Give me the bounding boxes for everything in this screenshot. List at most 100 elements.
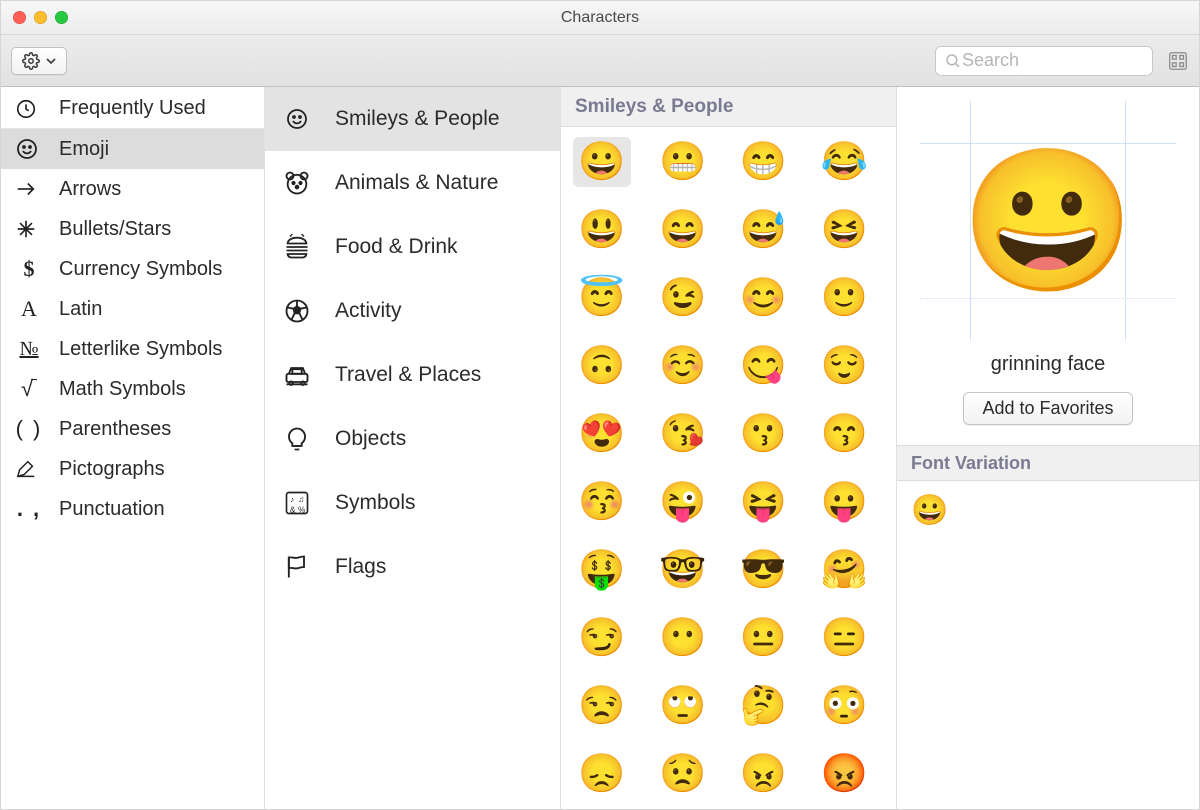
emoji-cell[interactable]: 🙃 [573, 341, 631, 391]
sidebar-item-label: Pictographs [59, 458, 165, 481]
emoji-cell[interactable]: 😙 [815, 409, 873, 459]
emoji-cell[interactable]: 😀 [573, 137, 631, 187]
emoji-cell[interactable]: 😛 [815, 477, 873, 527]
sidebar-item-arrows[interactable]: Arrows [1, 169, 264, 209]
emoji-cell[interactable]: 😠 [735, 749, 793, 799]
emoji-cell[interactable]: 😋 [735, 341, 793, 391]
emoji-cell[interactable]: 🙂 [815, 273, 873, 323]
options-menu-button[interactable] [11, 47, 67, 75]
emoji-cell[interactable]: 😗 [735, 409, 793, 459]
toggle-layout-button[interactable] [1167, 50, 1189, 72]
emoji-cell[interactable]: 😅 [735, 205, 793, 255]
emoji-cell[interactable]: 😂 [815, 137, 873, 187]
dollar-icon: $ [15, 256, 43, 282]
emoji-cell[interactable]: 🤗 [815, 545, 873, 595]
smiley-icon [281, 103, 313, 135]
sidebar-item-bullets-stars[interactable]: Bullets/Stars [1, 209, 264, 249]
sidebar-item-label: Bullets/Stars [59, 218, 171, 241]
emoji-cell[interactable]: 😝 [735, 477, 793, 527]
titlebar: Characters [1, 1, 1199, 35]
sidebar-item-label: Currency Symbols [59, 258, 222, 281]
letterA-icon: A [15, 296, 43, 322]
emoji-cell[interactable]: 😉 [654, 273, 712, 323]
sidebar-item-emoji[interactable]: Emoji [1, 129, 264, 169]
emoji-cell[interactable]: 😐 [735, 613, 793, 663]
subcategory-item-label: Activity [335, 299, 402, 323]
search-field[interactable] [935, 46, 1153, 76]
sidebar-item-label: Punctuation [59, 498, 165, 521]
parens-icon: ( ) [15, 416, 43, 442]
bulb-icon [281, 423, 313, 455]
sidebar-item-label: Letterlike Symbols [59, 338, 222, 361]
emoji-cell[interactable]: 😃 [573, 205, 631, 255]
sidebar-item-label: Emoji [59, 138, 109, 161]
emoji-cell[interactable]: 😳 [815, 681, 873, 731]
toolbar [1, 35, 1199, 87]
emoji-cell[interactable]: 🤔 [735, 681, 793, 731]
window-title: Characters [1, 9, 1199, 27]
sidebar-item-label: Parentheses [59, 418, 171, 441]
emoji-grid-scroll[interactable]: 😀 😬 😁 😂 😃 😄 😅 😆 😇 😉 😊 🙂 🙃 ☺️ 😋 😌 😍 😘 😗 😙 😚 😜 😝 😛 🤑 🤓 😎 🤗 😏 😶 😐 😑 😒 🙄 🤔 😳 😞 😟 😠… [561, 127, 896, 809]
sidebar-item-latin[interactable]: ALatin [1, 289, 264, 329]
subcategory-item-label: Smileys & People [335, 107, 500, 131]
emoji-cell[interactable]: 🤓 [654, 545, 712, 595]
sidebar-item-label: Frequently Used [59, 97, 206, 120]
emoji-cell[interactable]: 😶 [654, 613, 712, 663]
subcategory-item-objects[interactable]: Objects [265, 407, 560, 471]
subcategory-item-smileys-people[interactable]: Smileys & People [265, 87, 560, 151]
preview-emoji: 😀 [961, 151, 1135, 291]
subcategory-item-food-drink[interactable]: Food & Drink [265, 215, 560, 279]
emoji-cell[interactable]: 🤑 [573, 545, 631, 595]
characters-window: Characters [0, 0, 1200, 810]
search-input[interactable] [962, 50, 1194, 71]
subcategory-item-flags[interactable]: Flags [265, 535, 560, 599]
sidebar-item-parentheses[interactable]: ( ) Parentheses [1, 409, 264, 449]
grid-section-header: Smileys & People [561, 87, 896, 127]
emoji-cell[interactable]: 😊 [735, 273, 793, 323]
subcategory-item-travel-places[interactable]: Travel & Places [265, 343, 560, 407]
font-variation-cell[interactable]: 😀 [911, 493, 948, 528]
emoji-cell[interactable]: 😘 [654, 409, 712, 459]
sidebar-item-math-symbols[interactable]: √ Math Symbols [1, 369, 264, 409]
emoji-cell[interactable]: 😌 [815, 341, 873, 391]
emoji-cell[interactable]: 😄 [654, 205, 712, 255]
preview-box: 😀 [920, 101, 1176, 341]
subcategory-item-label: Animals & Nature [335, 171, 498, 195]
add-to-favorites-button[interactable]: Add to Favorites [963, 392, 1132, 425]
sidebar-item-currency-symbols[interactable]: $ Currency Symbols [1, 249, 264, 289]
font-variation-header: Font Variation [897, 445, 1199, 481]
sidebar-item-letterlike-symbols[interactable]: № Letterlike Symbols [1, 329, 264, 369]
emoji-cell[interactable]: 😬 [654, 137, 712, 187]
emoji-cell[interactable]: 😜 [654, 477, 712, 527]
emoji-cell[interactable]: 😚 [573, 477, 631, 527]
subcategory-item-animals-nature[interactable]: Animals & Nature [265, 151, 560, 215]
subcategory-item-activity[interactable]: Activity [265, 279, 560, 343]
sidebar-item-frequently-used[interactable]: Frequently Used [1, 89, 264, 129]
emoji-cell[interactable]: 😍 [573, 409, 631, 459]
emoji-cell[interactable]: 😒 [573, 681, 631, 731]
symbols-icon: ♪♫&% [281, 487, 313, 519]
punct-icon: . , [15, 496, 43, 522]
subcategory-item-symbols[interactable]: ♪♫&%Symbols [265, 471, 560, 535]
numero-icon: № [15, 338, 43, 361]
emoji-cell[interactable]: 😎 [735, 545, 793, 595]
svg-text:♪: ♪ [290, 495, 294, 504]
sidebar-item-punctuation[interactable]: . , Punctuation [1, 489, 264, 529]
sqrt-icon: √ [15, 376, 43, 402]
emoji-cell[interactable]: 😞 [573, 749, 631, 799]
emoji-cell[interactable]: 😟 [654, 749, 712, 799]
sidebar-item-pictographs[interactable]: Pictographs [1, 449, 264, 489]
gear-icon [22, 52, 40, 70]
smiley-icon [15, 137, 43, 161]
sidebar-item-label: Math Symbols [59, 378, 186, 401]
svg-text:%: % [298, 505, 305, 514]
emoji-cell[interactable]: 🙄 [654, 681, 712, 731]
emoji-cell[interactable]: 😆 [815, 205, 873, 255]
emoji-cell[interactable]: 😡 [815, 749, 873, 799]
subcategory-item-label: Travel & Places [335, 363, 481, 387]
emoji-cell[interactable]: 😑 [815, 613, 873, 663]
emoji-cell[interactable]: 😏 [573, 613, 631, 663]
emoji-cell[interactable]: 😇 [573, 273, 631, 323]
emoji-cell[interactable]: ☺️ [654, 341, 712, 391]
emoji-cell[interactable]: 😁 [735, 137, 793, 187]
